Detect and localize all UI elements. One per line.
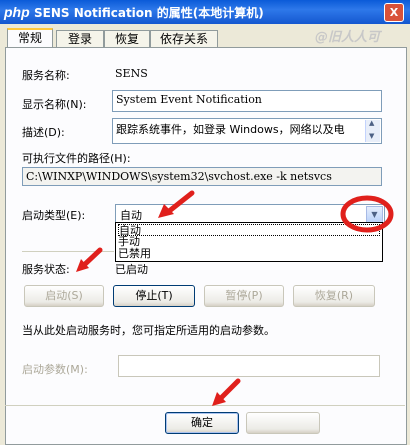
watermark: @旧人人可 — [314, 30, 380, 45]
red-arrow-icon — [210, 378, 242, 408]
description-label: 描述(D): — [22, 126, 65, 139]
description-scrollbar[interactable]: ▲ ▼ — [365, 119, 380, 142]
scroll-down-icon[interactable]: ▼ — [369, 132, 374, 140]
pause-button[interactable]: 暂停(P) — [204, 285, 284, 307]
scroll-up-icon[interactable]: ▲ — [369, 119, 374, 127]
red-arrow-icon — [74, 247, 104, 273]
exe-path-field: C:\WINXP\WINDOWS\system32\svchost.exe -k… — [22, 167, 382, 186]
service-status-label: 服务状态: — [22, 263, 70, 276]
cancel-button-partial[interactable] — [246, 412, 320, 434]
display-name-label: 显示名称(N): — [22, 98, 87, 111]
exe-path-label: 可执行文件的路径(H): — [22, 152, 131, 165]
service-status-value: 已启动 — [115, 263, 148, 276]
service-name-label: 服务名称: — [22, 69, 70, 82]
stop-button[interactable]: 停止(T) — [113, 285, 195, 307]
footer-separator — [5, 405, 405, 406]
resume-button[interactable]: 恢复(R) — [293, 285, 375, 307]
startup-type-label: 启动类型(E): — [22, 209, 86, 222]
description-text: 跟踪系统事件，如登录 Windows，网络以及电 — [116, 123, 345, 136]
start-params-label: 启动参数(M): — [22, 363, 88, 376]
php-logo: php — [4, 4, 30, 20]
red-arrow-icon — [156, 190, 196, 220]
window-title: SENS Notification 的属性(本地计算机) — [34, 6, 264, 20]
service-name-value: SENS — [115, 67, 148, 80]
start-params-hint: 当从此处启动服务时，您可指定所适用的启动参数。 — [22, 324, 275, 337]
tab-logon[interactable]: 登录 — [56, 30, 104, 48]
tab-recovery[interactable]: 恢复 — [104, 30, 150, 48]
start-params-input[interactable] — [118, 355, 380, 377]
start-button[interactable]: 启动(S) — [24, 285, 104, 307]
description-field[interactable]: 跟踪系统事件，如登录 Windows，网络以及电 ▲ ▼ — [112, 118, 382, 144]
ok-button[interactable]: 确定 — [165, 412, 239, 434]
option-disabled[interactable]: 已禁用 — [118, 248, 151, 260]
title-bar[interactable]: SENS Notification 的属性(本地计算机) — [0, 0, 410, 24]
close-button[interactable]: X — [384, 3, 404, 22]
display-name-field[interactable]: System Event Notification — [112, 90, 382, 112]
startup-type-value: 自动 — [120, 209, 142, 222]
highlight-circle — [339, 194, 395, 234]
tab-dependencies[interactable]: 依存关系 — [150, 30, 218, 48]
